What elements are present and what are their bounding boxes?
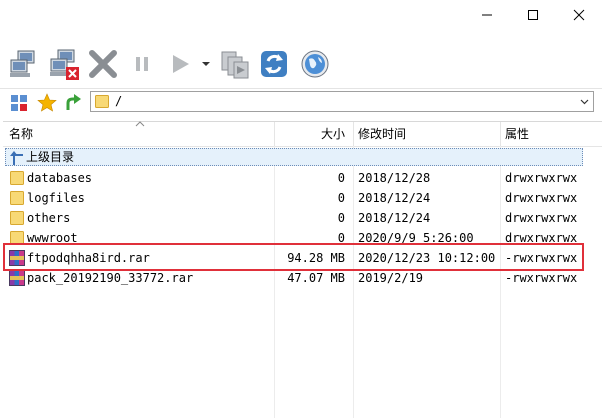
disconnect-button[interactable]	[46, 44, 82, 84]
disconnect-icon	[50, 49, 79, 80]
file-name: databases	[27, 171, 93, 185]
maximize-icon	[528, 10, 538, 20]
queue-icon	[221, 51, 249, 79]
file-attributes: -rwxrwxrwx	[505, 271, 578, 285]
file-attributes: drwxrwxrwx	[505, 171, 578, 185]
connect-button[interactable]	[6, 44, 40, 84]
file-modified: 2020/12/23 10:12:00	[358, 251, 496, 265]
toolbar	[0, 44, 602, 88]
abort-button[interactable]	[86, 44, 120, 84]
maximize-button[interactable]	[510, 0, 556, 30]
file-attributes: -rwxrwxrwx	[505, 251, 578, 265]
file-list: 名称 大小 修改时间 属性 上级目录 databases 0 2018/12/28 d…	[3, 121, 602, 418]
header-divider	[274, 122, 275, 146]
folder-icon	[10, 191, 24, 205]
column-header: 名称 大小 修改时间 属性	[3, 121, 602, 147]
dropdown-arrow-icon	[202, 62, 210, 66]
folder-icon	[10, 211, 24, 225]
file-row[interactable]: logfiles 0 2018/12/24 drwxrwxrwx	[5, 188, 583, 208]
file-modified: 2019/2/19	[358, 271, 424, 285]
title-bar	[0, 0, 602, 30]
file-name: logfiles	[27, 191, 85, 205]
header-divider	[500, 122, 501, 146]
play-dropdown-button[interactable]	[198, 44, 214, 84]
connect-icon	[10, 50, 35, 77]
column-attributes[interactable]: 属性	[505, 122, 529, 146]
column-modified[interactable]: 修改时间	[358, 122, 406, 146]
folder-icon	[95, 95, 109, 108]
up-directory-button[interactable]	[62, 91, 84, 115]
file-row[interactable]: ftpodqhha8ird.rar 94.28 MB 2020/12/23 10:1…	[5, 248, 583, 268]
file-modified: 2020/9/9 5:26:00	[358, 231, 474, 245]
header-divider	[353, 122, 354, 146]
column-name[interactable]: 名称	[9, 122, 33, 146]
file-row[interactable]: wwwroot 0 2020/9/9 5:26:00 drwxrwxrwx	[5, 228, 583, 248]
up-arrow-icon	[10, 151, 23, 165]
file-name: ftpodqhha8ird.rar	[27, 251, 150, 265]
address-dropdown[interactable]	[576, 92, 593, 111]
rar-archive-icon	[9, 250, 25, 266]
file-size: 0	[337, 231, 345, 245]
folder-icon	[10, 231, 24, 245]
queue-button[interactable]	[218, 44, 252, 84]
favorites-button[interactable]	[36, 91, 58, 115]
green-up-arrow-icon	[66, 94, 81, 110]
close-icon	[573, 9, 585, 21]
sort-ascending-icon	[135, 121, 145, 127]
file-size: 0	[337, 211, 345, 225]
minimize-icon	[482, 14, 492, 16]
minimize-button[interactable]	[464, 0, 510, 30]
file-attributes: drwxrwxrwx	[505, 211, 578, 225]
chevron-down-icon	[580, 99, 589, 104]
file-size: 0	[337, 171, 345, 185]
file-modified: 2018/12/24	[358, 211, 431, 225]
address-path: /	[115, 94, 123, 108]
star-icon	[37, 93, 57, 112]
file-name: pack_20192190_33772.rar	[27, 271, 194, 285]
address-row: /	[0, 89, 602, 117]
file-attributes: drwxrwxrwx	[505, 231, 578, 245]
file-size: 0	[337, 191, 345, 205]
globe-icon	[301, 50, 329, 78]
sites-icon	[11, 95, 27, 111]
pause-button[interactable]	[128, 44, 156, 84]
parent-directory-row[interactable]: 上级目录	[5, 148, 583, 166]
parent-directory-label: 上级目录	[26, 150, 75, 164]
folder-icon	[10, 171, 24, 185]
file-row[interactable]: databases 0 2018/12/28 drwxrwxrwx	[5, 168, 583, 188]
file-row[interactable]: others 0 2018/12/24 drwxrwxrwx	[5, 208, 583, 228]
sites-button[interactable]	[8, 91, 30, 115]
file-modified: 2018/12/28	[358, 171, 431, 185]
address-input[interactable]: /	[90, 91, 594, 112]
file-size: 94.28 MB	[287, 251, 345, 265]
pause-icon	[136, 57, 148, 71]
abort-icon	[89, 50, 117, 78]
file-name: others	[27, 211, 71, 225]
column-size[interactable]: 大小	[321, 122, 345, 146]
file-size: 47.07 MB	[287, 271, 345, 285]
file-row[interactable]: pack_20192190_33772.rar 47.07 MB 2019/2/19…	[5, 268, 583, 288]
close-button[interactable]	[556, 0, 602, 30]
file-name: wwwroot	[27, 231, 78, 245]
refresh-icon	[261, 51, 287, 77]
rar-archive-icon	[9, 270, 25, 286]
play-button[interactable]	[166, 44, 194, 84]
file-attributes: drwxrwxrwx	[505, 191, 578, 205]
file-modified: 2018/12/24	[358, 191, 431, 205]
refresh-button[interactable]	[258, 44, 290, 84]
play-icon	[173, 55, 189, 73]
globe-button[interactable]	[298, 44, 332, 84]
